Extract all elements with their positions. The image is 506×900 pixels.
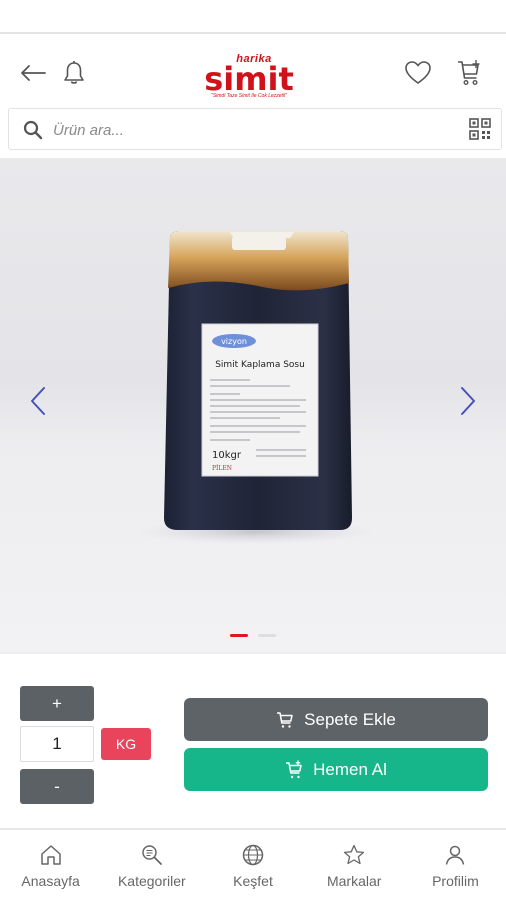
add-to-cart-label: Sepete Ekle [304,709,396,729]
nav-item-home[interactable]: Anasayfa [0,830,101,900]
buy-now-button[interactable]: Hemen Al [184,748,488,791]
previous-image-button[interactable] [26,384,50,423]
nav-label-brands: Markalar [326,873,382,889]
back-button[interactable] [18,58,48,88]
notifications-button[interactable] [59,58,89,88]
logo-tagline: "Simdi Taze Simit Ile Cok Lezzetli" [211,93,287,99]
quick-buy-cart-icon [286,760,302,778]
header: harika simit "Simdi Taze Simit Ile Cok L… [0,36,506,106]
nav-item-brands[interactable]: Markalar [304,830,405,900]
star-icon [341,842,367,868]
quantity-input[interactable] [20,726,94,762]
category-search-icon [139,842,165,868]
brand-logo[interactable]: harika simit "Simdi Taze Simit Ile Cok L… [196,54,302,102]
product-image: vizyon Simit Kaplama Sosu 10kgr PİLEN [135,231,375,544]
nav-label-categories: Kategoriler [117,873,186,889]
search-bar [8,108,502,150]
nav-item-profile[interactable]: Profilim [405,830,506,900]
decrease-quantity-button[interactable]: - [20,769,94,804]
pagination-dot[interactable] [258,634,276,637]
product-weight-label: 10kgr [212,450,242,461]
globe-icon [240,842,266,868]
buy-now-label: Hemen Al [313,759,387,779]
bottom-navigation: Anasayfa Kategoriler Keşfet Markalar Pro… [0,828,506,900]
cart-icon [458,60,480,86]
cart-button[interactable] [453,58,483,88]
nav-label-explore: Keşfet [233,873,273,889]
bell-icon [64,61,84,84]
unit-badge: KG [101,728,151,760]
product-producer-label: PİLEN [212,465,232,472]
logo-main-text: simit [204,60,294,98]
qr-code-icon[interactable] [469,118,491,145]
increase-quantity-button[interactable]: + [20,686,94,721]
nav-item-explore[interactable]: Keşfet [202,830,303,900]
next-image-button[interactable] [456,384,480,423]
add-to-cart-button[interactable]: Sepete Ekle [184,698,488,741]
nav-label-profile: Profilim [432,873,479,889]
status-bar [0,0,506,34]
nav-item-categories[interactable]: Kategoriler [101,830,202,900]
product-brand-label: vizyon [221,337,247,346]
chevron-right-icon [461,387,475,415]
search-icon[interactable] [23,120,43,145]
gallery-pagination [0,634,506,640]
home-icon [38,842,64,868]
user-icon [442,842,468,868]
nav-label-home: Anasayfa [21,873,80,889]
product-name-label: Simit Kaplama Sosu [215,360,305,370]
product-image-gallery[interactable]: vizyon Simit Kaplama Sosu 10kgr PİLEN [0,158,506,652]
pagination-dot-active[interactable] [230,634,248,637]
chevron-left-icon [31,387,45,415]
favorite-button[interactable] [403,58,433,88]
cart-icon [277,711,293,728]
order-panel: + KG - Sepete Ekle Hemen Al [0,652,506,828]
heart-icon [405,61,431,84]
search-input[interactable] [53,117,453,143]
arrow-left-icon [21,65,46,81]
